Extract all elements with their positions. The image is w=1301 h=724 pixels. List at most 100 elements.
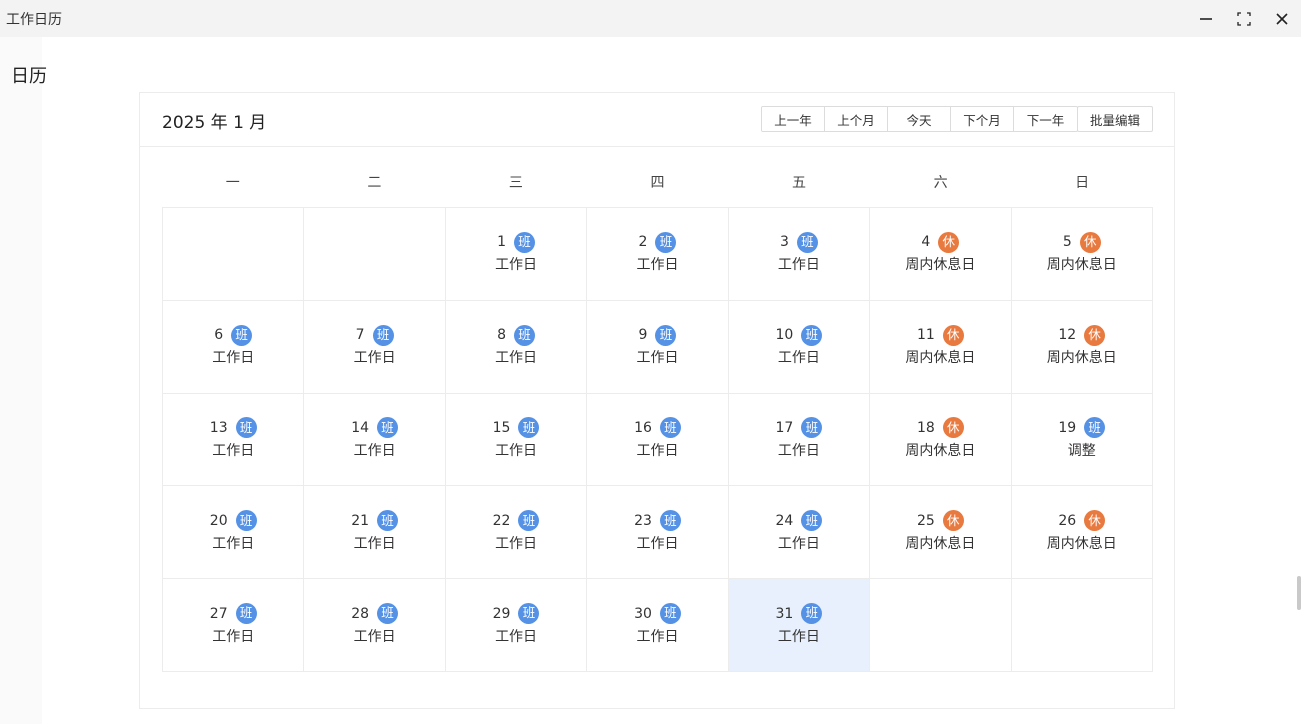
day-cell xyxy=(1011,579,1153,672)
day-type-label: 工作日 xyxy=(777,350,820,367)
day-number: 26 xyxy=(1058,512,1077,529)
day-top-row: 20 班 xyxy=(210,510,257,532)
prev-month-button[interactable]: 上个月 xyxy=(825,107,888,131)
day-cell[interactable]: 30 班工作日 xyxy=(587,579,729,672)
close-button[interactable] xyxy=(1263,4,1301,34)
batch-edit-button[interactable]: 批量编辑 xyxy=(1077,106,1153,132)
day-cell[interactable]: 31 班工作日 xyxy=(728,579,871,672)
month-title: 2025 年 1 月 xyxy=(162,113,267,133)
day-top-row: 4休 xyxy=(921,231,960,253)
minimize-button[interactable] xyxy=(1187,4,1225,34)
work-day-badge: 班 xyxy=(655,324,677,346)
day-cell[interactable]: 24 班工作日 xyxy=(728,486,871,580)
work-day-badge: 班 xyxy=(235,603,257,625)
day-cell[interactable]: 1 班工作日 xyxy=(445,208,588,301)
day-cell[interactable]: 13 班工作日 xyxy=(163,393,305,487)
day-type-label: 工作日 xyxy=(636,628,679,645)
day-cell[interactable]: 5 休周内休息日 xyxy=(1011,208,1153,301)
day-top-row: 16 班 xyxy=(634,417,681,439)
day-number: 14 xyxy=(351,419,370,436)
weekday-label: 五 xyxy=(792,175,807,191)
weekday-label: 二 xyxy=(367,175,382,191)
day-cell[interactable]: 21 班工作日 xyxy=(304,486,446,580)
day-cell[interactable]: 17 班工作日 xyxy=(728,393,871,487)
weekday-header: 一 二 三 四 五 六 日 xyxy=(162,167,1153,207)
work-day-badge: 班 xyxy=(518,603,540,625)
day-cell[interactable]: 11 休周内休息日 xyxy=(870,300,1012,394)
day-cell[interactable]: 29 班工作日 xyxy=(445,579,588,672)
day-cell[interactable]: 26 休周内休息日 xyxy=(1011,486,1153,580)
maximize-button[interactable] xyxy=(1225,4,1263,34)
day-number: 29 xyxy=(492,605,511,622)
day-cell[interactable]: 27 班工作日 xyxy=(163,579,305,672)
day-type-label: 工作日 xyxy=(777,257,820,274)
day-number: 8 xyxy=(497,327,507,344)
day-top-row: 5休 xyxy=(1063,231,1101,253)
day-cell[interactable]: 14 班工作日 xyxy=(304,393,446,487)
day-type-label: 工作日 xyxy=(212,628,255,645)
day-top-row: 25 休 xyxy=(917,510,964,532)
day-cell[interactable]: 8 班工作日 xyxy=(445,300,588,394)
day-number: 15 xyxy=(492,419,511,436)
work-day-badge: 班 xyxy=(518,510,540,532)
day-cell[interactable]: 10 班工作日 xyxy=(728,300,871,394)
day-cell[interactable]: 28 班工作日 xyxy=(304,579,446,672)
day-type-label: 工作日 xyxy=(212,442,255,459)
day-number: 2 xyxy=(638,234,648,251)
minimize-icon xyxy=(1200,17,1212,20)
day-cell[interactable]: 6 班工作日 xyxy=(163,300,305,394)
day-cell[interactable]: 9 班工作日 xyxy=(587,300,729,394)
day-top-row: 10 班 xyxy=(776,324,823,346)
rest-day-badge: 休 xyxy=(942,510,964,532)
day-type-label: 周内休息日 xyxy=(905,257,976,274)
day-top-row: 31 班 xyxy=(776,603,823,625)
day-top-row: 29 班 xyxy=(493,603,540,625)
day-cell[interactable]: 20 班工作日 xyxy=(163,486,305,580)
day-cell[interactable]: 25 休周内休息日 xyxy=(870,486,1012,580)
work-day-badge: 班 xyxy=(377,417,399,439)
day-top-row: 15 班 xyxy=(493,417,540,439)
weekday-label: 四 xyxy=(650,175,665,191)
prev-year-button[interactable]: 上一年 xyxy=(762,107,825,131)
day-cell[interactable]: 22 班工作日 xyxy=(445,486,588,580)
day-number: 21 xyxy=(351,512,370,529)
title-bar: 工作日历 xyxy=(0,0,1301,37)
day-type-label: 工作日 xyxy=(495,442,538,459)
day-cell[interactable]: 15 班工作日 xyxy=(445,393,588,487)
nav-button-group: 上一年 上个月 今天 下个月 下一年 xyxy=(761,106,1078,132)
next-year-button[interactable]: 下一年 xyxy=(1014,107,1077,131)
work-day-badge: 班 xyxy=(801,510,823,532)
day-cell[interactable]: 23 班工作日 xyxy=(587,486,729,580)
rest-day-badge: 休 xyxy=(942,324,964,346)
day-cell[interactable]: 16 班工作日 xyxy=(587,393,729,487)
day-cell[interactable]: 18 休周内休息日 xyxy=(870,393,1012,487)
day-cell[interactable]: 3 班工作日 xyxy=(728,208,871,301)
day-top-row: 28 班 xyxy=(351,603,399,625)
work-day-badge: 班 xyxy=(801,324,823,346)
rest-day-badge: 休 xyxy=(942,417,964,439)
day-number: 25 xyxy=(916,512,935,529)
today-button[interactable]: 今天 xyxy=(888,107,951,131)
work-day-badge: 班 xyxy=(514,324,536,346)
day-cell[interactable]: 12 休周内休息日 xyxy=(1011,300,1153,394)
calendar-header: 2025 年 1 月 上一年 上个月 今天 下个月 下一年 批量编辑 xyxy=(140,93,1174,147)
day-cell[interactable]: 7 班工作日 xyxy=(304,300,446,394)
day-top-row: 11 休 xyxy=(917,324,964,346)
work-day-badge: 班 xyxy=(514,231,536,253)
day-type-label: 工作日 xyxy=(353,442,396,459)
day-number: 13 xyxy=(209,419,228,436)
work-day-badge: 班 xyxy=(655,231,677,253)
day-number: 30 xyxy=(634,605,652,622)
day-cell[interactable]: 2 班工作日 xyxy=(587,208,729,301)
day-type-label: 工作日 xyxy=(636,442,679,459)
weekday-label: 一 xyxy=(225,175,240,191)
day-cell[interactable]: 4 休周内休息日 xyxy=(870,208,1012,301)
day-cell[interactable]: 19 班调整 xyxy=(1011,393,1153,487)
rest-day-badge: 休 xyxy=(1079,231,1101,253)
day-top-row: 14 班 xyxy=(351,417,399,439)
work-day-badge: 班 xyxy=(377,510,399,532)
next-month-button[interactable]: 下个月 xyxy=(951,107,1014,131)
day-cell xyxy=(304,208,446,301)
day-top-row: 8班 xyxy=(497,324,536,346)
scrollbar-thumb[interactable] xyxy=(1297,576,1301,610)
